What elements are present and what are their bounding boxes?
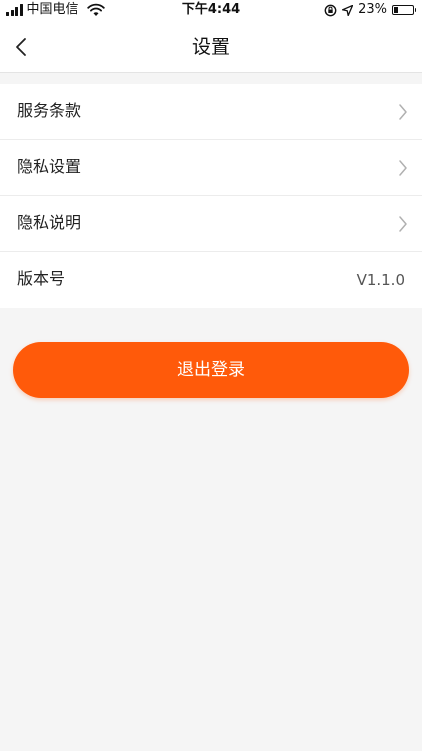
settings-item-privacy-statement[interactable]: 隐私说明 [0, 196, 422, 252]
status-bar: 中国电信 下午4:44 23% [0, 0, 422, 22]
chevron-right-icon [399, 160, 407, 176]
battery-icon [392, 5, 416, 15]
chevron-right-icon [399, 104, 407, 120]
settings-item-label: 版本号 [17, 269, 66, 288]
logout-button[interactable]: 退出登录 [13, 342, 409, 398]
status-right: 23% [324, 2, 416, 17]
settings-item-label: 服务条款 [17, 101, 82, 120]
page-title: 设置 [191, 36, 230, 58]
battery-percent: 23% [358, 2, 387, 17]
version-number: V1.1.0 [356, 271, 405, 289]
orientation-lock-icon [324, 4, 337, 16]
settings-item-label: 隐私设置 [17, 157, 82, 176]
chevron-right-icon [399, 216, 407, 232]
settings-item-label: 隐私说明 [17, 213, 82, 232]
settings-item-privacy-settings[interactable]: 隐私设置 [0, 140, 422, 196]
settings-item-version: 版本号 V1.1.0 [0, 252, 422, 308]
settings-item-terms-of-service[interactable]: 服务条款 [0, 84, 422, 140]
settings-list: 服务条款 隐私设置 隐私说明 版本号 V1.1.0 [0, 84, 422, 308]
location-arrow-icon [342, 4, 354, 16]
nav-bar: 设置 [0, 22, 422, 73]
